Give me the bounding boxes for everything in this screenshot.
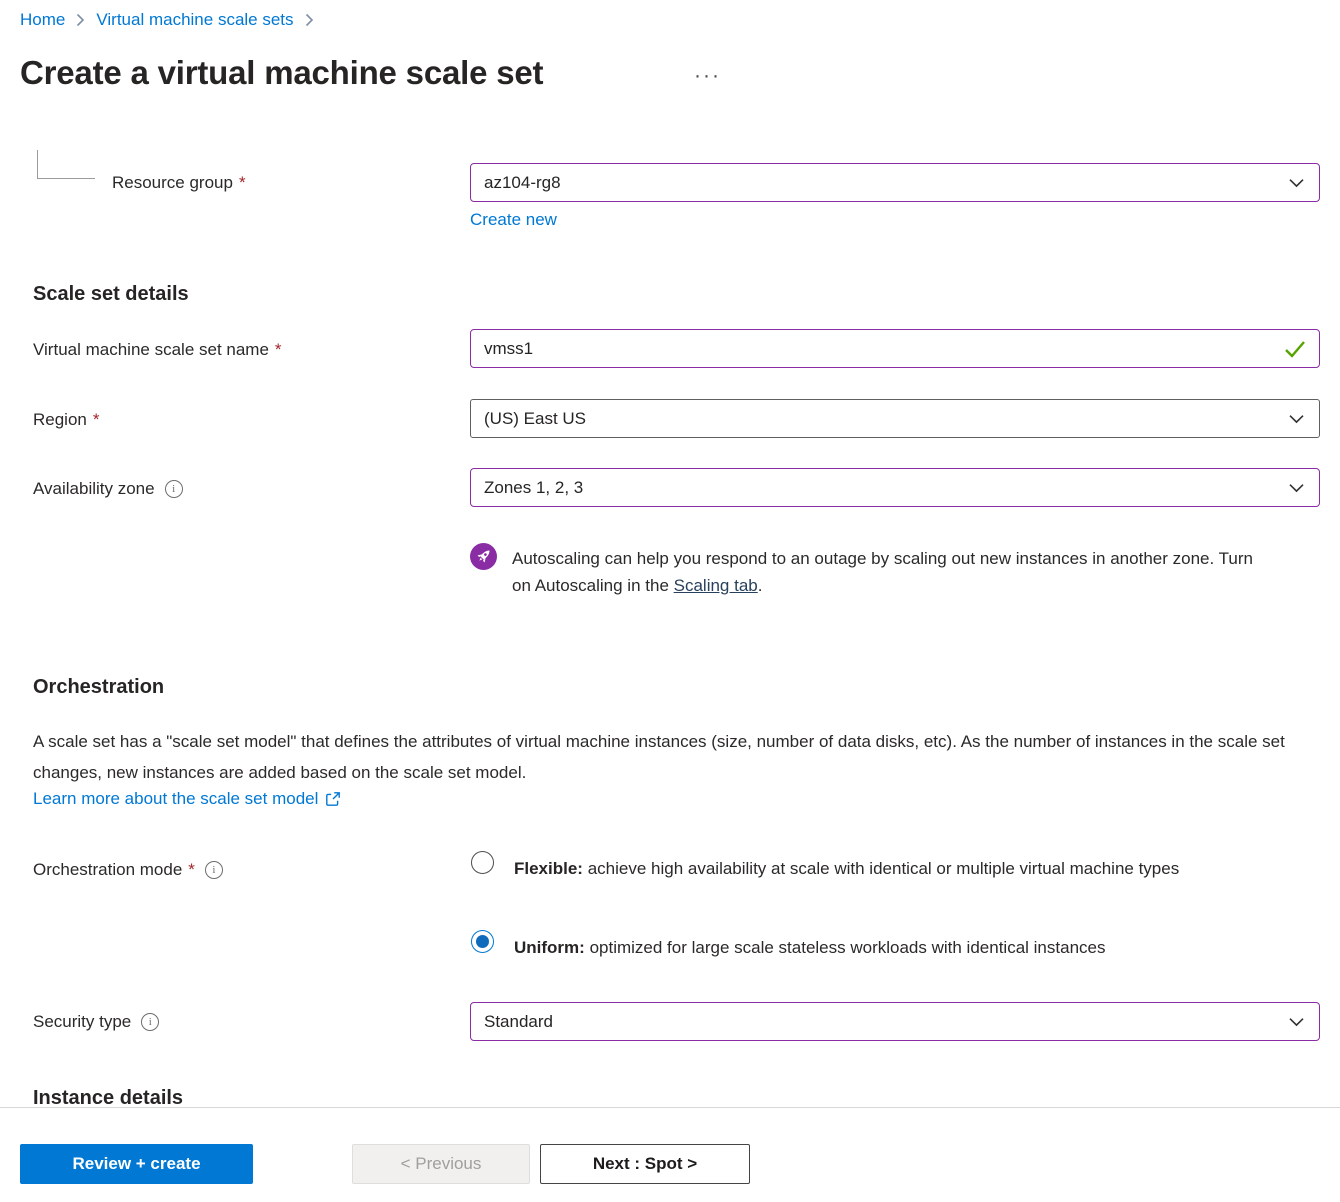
radio-selected-dot — [476, 935, 489, 948]
autoscaling-rocket-icon — [470, 543, 497, 575]
orchestration-description: A scale set has a "scale set model" that… — [33, 726, 1329, 788]
external-link-icon — [325, 791, 341, 807]
availability-zone-dropdown[interactable]: Zones 1, 2, 3 — [470, 468, 1320, 507]
resource-group-dropdown[interactable]: az104-rg8 — [470, 163, 1320, 202]
wizard-footer: Review + create < Previous Next : Spot > — [0, 1107, 1340, 1202]
chevron-down-icon — [1289, 483, 1304, 492]
review-create-button[interactable]: Review + create — [20, 1144, 253, 1184]
resource-group-label: Resource group* — [112, 173, 246, 193]
chevron-down-icon — [1289, 1017, 1304, 1026]
valid-checkmark-icon — [1284, 340, 1306, 357]
form-content: Home Virtual machine scale sets Create a… — [0, 0, 1340, 1107]
security-type-dropdown[interactable]: Standard — [470, 1002, 1320, 1041]
more-options-icon[interactable]: ··· — [694, 64, 721, 88]
breadcrumb-vmss-link[interactable]: Virtual machine scale sets — [96, 10, 293, 30]
info-icon[interactable]: i — [165, 480, 183, 498]
vmss-name-label: Virtual machine scale set name* — [33, 340, 282, 360]
page-title: Create a virtual machine scale set — [20, 54, 543, 92]
instance-details-heading: Instance details — [33, 1087, 183, 1107]
availability-zone-label: Availability zone i — [33, 479, 183, 499]
autoscaling-note: Autoscaling can help you respond to an o… — [512, 545, 1260, 599]
vmss-name-input[interactable]: vmss1 — [470, 329, 1320, 368]
next-spot-button[interactable]: Next : Spot > — [540, 1144, 750, 1184]
create-new-link[interactable]: Create new — [470, 210, 557, 230]
create-vmss-page: Home Virtual machine scale sets Create a… — [0, 0, 1340, 1202]
breadcrumb: Home Virtual machine scale sets — [20, 10, 314, 30]
region-label: Region* — [33, 410, 100, 430]
info-icon[interactable]: i — [141, 1013, 159, 1031]
chevron-down-icon — [1289, 414, 1304, 423]
radio-flexible[interactable] — [471, 851, 494, 874]
previous-button: < Previous — [352, 1144, 530, 1184]
orchestration-heading: Orchestration — [33, 676, 164, 699]
orchestration-mode-label: Orchestration mode* i — [33, 860, 223, 880]
radio-flexible-label[interactable]: Flexible: achieve high availability at s… — [514, 853, 1274, 884]
radio-uniform[interactable] — [471, 930, 494, 953]
radio-uniform-label[interactable]: Uniform: optimized for large scale state… — [514, 932, 1324, 963]
scaling-tab-link[interactable]: Scaling tab — [674, 576, 758, 595]
chevron-down-icon — [1289, 178, 1304, 187]
breadcrumb-chevron-icon — [305, 13, 314, 27]
indent-connector — [37, 150, 95, 179]
scale-set-details-heading: Scale set details — [33, 283, 189, 306]
region-dropdown[interactable]: (US) East US — [470, 399, 1320, 438]
security-type-label: Security type i — [33, 1012, 159, 1032]
breadcrumb-chevron-icon — [76, 13, 85, 27]
info-icon[interactable]: i — [205, 861, 223, 879]
learn-more-link[interactable]: Learn more about the scale set model — [33, 789, 341, 809]
breadcrumb-home-link[interactable]: Home — [20, 10, 65, 30]
